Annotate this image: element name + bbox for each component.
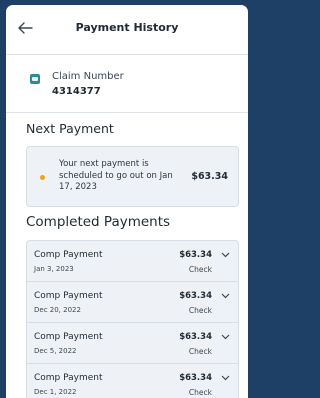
chevron-down-icon[interactable] xyxy=(221,375,230,381)
payment-amount: $63.34 xyxy=(179,250,212,260)
payment-method: Check xyxy=(188,388,212,397)
page-title: Payment History xyxy=(75,21,179,34)
payment-row[interactable]: Comp Payment Jan 3, 2023 $63.34 Check xyxy=(27,241,238,282)
chevron-down-icon[interactable] xyxy=(221,334,230,340)
status-dot-icon xyxy=(40,175,45,180)
next-payment-amount: $63.34 xyxy=(191,171,228,182)
chevron-down-icon[interactable] xyxy=(221,252,230,258)
payment-amount: $63.34 xyxy=(179,332,212,342)
payment-method: Check xyxy=(188,347,212,356)
claim-number-value: 4314377 xyxy=(52,86,101,97)
payment-date: Jan 3, 2023 xyxy=(34,265,74,273)
payment-date: Dec 20, 2022 xyxy=(34,306,81,314)
claim-number-label: Claim Number xyxy=(52,71,124,82)
payment-history-screen: Payment History Claim Number 4314377 Nex… xyxy=(6,5,248,398)
next-payment-card: Your next payment is scheduled to go out… xyxy=(26,146,239,207)
payment-name: Comp Payment xyxy=(34,373,103,383)
payment-row[interactable]: Comp Payment Dec 20, 2022 $63.34 Check xyxy=(27,282,238,323)
next-payment-message: Your next payment is scheduled to go out… xyxy=(59,159,173,192)
completed-payments-heading: Completed Payments xyxy=(26,214,171,230)
document-icon xyxy=(30,74,40,84)
payment-name: Comp Payment xyxy=(34,250,103,260)
chevron-down-icon[interactable] xyxy=(221,293,230,299)
completed-payments-list: Comp Payment Jan 3, 2023 $63.34 Check Co… xyxy=(26,240,239,398)
payment-date: Dec 5, 2022 xyxy=(34,347,77,355)
payment-method: Check xyxy=(188,306,212,315)
payment-method: Check xyxy=(188,265,212,274)
payment-row[interactable]: Comp Payment Dec 1, 2022 $63.34 Check xyxy=(27,364,238,398)
payment-row[interactable]: Comp Payment Dec 5, 2022 $63.34 Check xyxy=(27,323,238,364)
payment-amount: $63.34 xyxy=(179,373,212,383)
payment-name: Comp Payment xyxy=(34,291,103,301)
payment-name: Comp Payment xyxy=(34,332,103,342)
app-header: Payment History xyxy=(6,5,248,55)
next-payment-heading: Next Payment xyxy=(26,121,114,136)
payment-amount: $63.34 xyxy=(179,291,212,301)
payment-date: Dec 1, 2022 xyxy=(34,388,77,396)
claim-info xyxy=(6,55,248,113)
